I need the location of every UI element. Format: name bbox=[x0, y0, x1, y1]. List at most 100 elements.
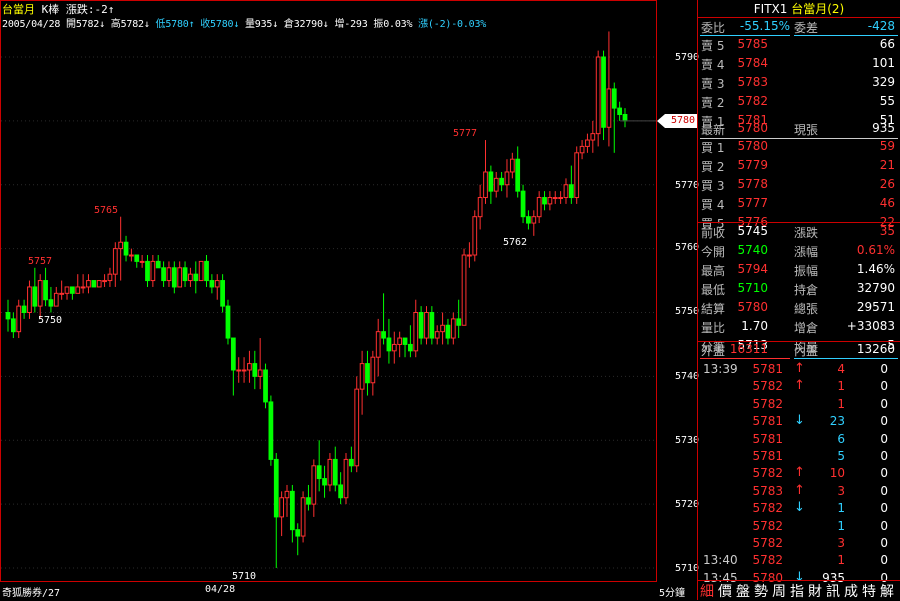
candlestick-chart bbox=[1, 31, 656, 569]
candle bbox=[585, 133, 590, 153]
annotation-5762: 5762 bbox=[503, 237, 528, 248]
stat-label: 今開 bbox=[701, 245, 726, 259]
tick-row[interactable]: 5781 5 0 bbox=[698, 448, 900, 467]
candle bbox=[166, 261, 172, 287]
candle bbox=[467, 242, 472, 268]
stat-value: 0.61% bbox=[856, 243, 895, 257]
tick-qty: 1 bbox=[837, 518, 845, 533]
panel-tab[interactable]: 周 bbox=[770, 581, 788, 601]
interval-selector[interactable]: 5分鐘 bbox=[659, 584, 685, 599]
candle-body bbox=[354, 388, 360, 467]
candle-body bbox=[327, 458, 333, 486]
panel-tab[interactable]: 盤 bbox=[734, 581, 752, 601]
contract-code: FITX1 bbox=[753, 2, 788, 16]
panel-tab[interactable]: 勢 bbox=[752, 581, 770, 601]
panel-tab[interactable]: 價 bbox=[716, 581, 734, 601]
candle-body bbox=[43, 280, 48, 301]
tick-row[interactable]: 5781 6 0 bbox=[698, 431, 900, 450]
tick-price: 5781 bbox=[752, 431, 783, 446]
tick-price: 5782 bbox=[752, 396, 783, 411]
candle-body bbox=[96, 280, 102, 288]
candle-body bbox=[59, 292, 65, 295]
candle-body bbox=[27, 286, 32, 314]
book-row[interactable]: 買 4 5777 46 bbox=[698, 195, 900, 214]
candle bbox=[391, 331, 397, 364]
panel-tab[interactable]: 成 bbox=[842, 581, 860, 601]
tick-oi: 0 bbox=[880, 379, 888, 394]
candle-body bbox=[252, 363, 258, 377]
tick-row[interactable]: 5782 1 0 bbox=[698, 396, 900, 415]
book-row[interactable]: 賣 2 5782 55 bbox=[698, 93, 900, 112]
candle bbox=[48, 286, 54, 313]
candle bbox=[123, 235, 129, 262]
level-label: 買 3 bbox=[701, 179, 725, 193]
candle bbox=[515, 146, 521, 198]
tick-oi: 0 bbox=[880, 501, 888, 516]
candle-body bbox=[86, 280, 91, 288]
candle bbox=[96, 280, 102, 288]
candle bbox=[43, 267, 48, 307]
panel-tab[interactable]: 解 bbox=[878, 581, 896, 601]
candle bbox=[461, 248, 467, 326]
candle-body bbox=[611, 88, 617, 109]
candle bbox=[365, 350, 370, 396]
candle bbox=[225, 299, 231, 345]
book-row[interactable]: 賣 5 5785 66 bbox=[698, 36, 900, 55]
stat-label: 總張 bbox=[794, 302, 819, 316]
panel-tab[interactable]: 細 bbox=[698, 581, 716, 601]
y-tick: 5710 bbox=[675, 563, 700, 574]
tick-oi: 0 bbox=[880, 466, 888, 481]
candle-body bbox=[134, 254, 140, 262]
candle-body bbox=[617, 107, 623, 115]
book-row[interactable]: 買 2 5779 21 bbox=[698, 157, 900, 176]
candle-body bbox=[370, 356, 376, 384]
candle-body bbox=[300, 497, 306, 537]
panel-tab[interactable]: 指 bbox=[788, 581, 806, 601]
book-row[interactable]: 賣 4 5784 101 bbox=[698, 55, 900, 74]
candle-body bbox=[590, 133, 596, 141]
tick-row[interactable]: 5782 ↓ 1 0 bbox=[698, 500, 900, 519]
panel-tab[interactable]: 財 bbox=[806, 581, 824, 601]
level-qty: 26 bbox=[879, 177, 895, 191]
tick-row[interactable]: 5783 ↑ 3 0 bbox=[698, 483, 900, 502]
candle-body bbox=[563, 184, 569, 199]
tick-row[interactable]: 13:39 5781 ↑ 4 0 bbox=[698, 361, 900, 380]
book-row[interactable]: 買 3 5778 26 bbox=[698, 176, 900, 195]
stat-value: 29571 bbox=[856, 300, 895, 314]
bottom-bar: 奇狐勝券/27 04/28 5分鐘 bbox=[0, 582, 697, 600]
level-label: 賣 3 bbox=[701, 77, 725, 91]
tick-row[interactable]: 5782 ↑ 1 0 bbox=[698, 378, 900, 397]
candle-body bbox=[209, 280, 215, 288]
book-row[interactable]: 買 1 5780 59 bbox=[698, 138, 900, 157]
tick-row[interactable]: 5782 ↑ 10 0 bbox=[698, 465, 900, 484]
candle-body bbox=[268, 401, 274, 460]
candle bbox=[316, 440, 322, 492]
candle-body bbox=[332, 458, 338, 486]
tick-row[interactable]: 13:40 5782 1 0 bbox=[698, 552, 900, 571]
candle-body bbox=[21, 305, 27, 313]
panel-tab[interactable]: 訊 bbox=[824, 581, 842, 601]
book-row[interactable]: 賣 3 5783 329 bbox=[698, 74, 900, 93]
candle bbox=[220, 274, 225, 313]
stat-label: 漲跌 bbox=[794, 226, 819, 240]
panel-title: FITX1 台當月(2) bbox=[698, 0, 900, 18]
candle bbox=[617, 101, 623, 121]
candle-body bbox=[257, 369, 263, 377]
tick-qty: 5 bbox=[837, 449, 845, 463]
candle bbox=[134, 254, 140, 268]
panel-tab[interactable]: 特 bbox=[860, 581, 878, 601]
candle-body bbox=[375, 331, 381, 358]
candle-body bbox=[365, 363, 370, 384]
tick-row[interactable]: 5782 3 0 bbox=[698, 535, 900, 554]
tick-row[interactable]: 5781 ↓ 23 0 bbox=[698, 413, 900, 432]
inner-label: 內盤 bbox=[794, 344, 819, 358]
candle-body bbox=[32, 286, 38, 307]
candle bbox=[563, 178, 569, 204]
candle-body bbox=[107, 273, 113, 282]
level-qty: 55 bbox=[879, 94, 895, 108]
candle bbox=[386, 318, 392, 364]
tick-qty: 3 bbox=[837, 536, 845, 550]
quote-panel: FITX1 台當月(2) 委比 -55.15% 委差 -428 賣 5 5785 6… bbox=[697, 0, 900, 600]
tick-row[interactable]: 5782 1 0 bbox=[698, 518, 900, 537]
candle bbox=[32, 267, 38, 313]
